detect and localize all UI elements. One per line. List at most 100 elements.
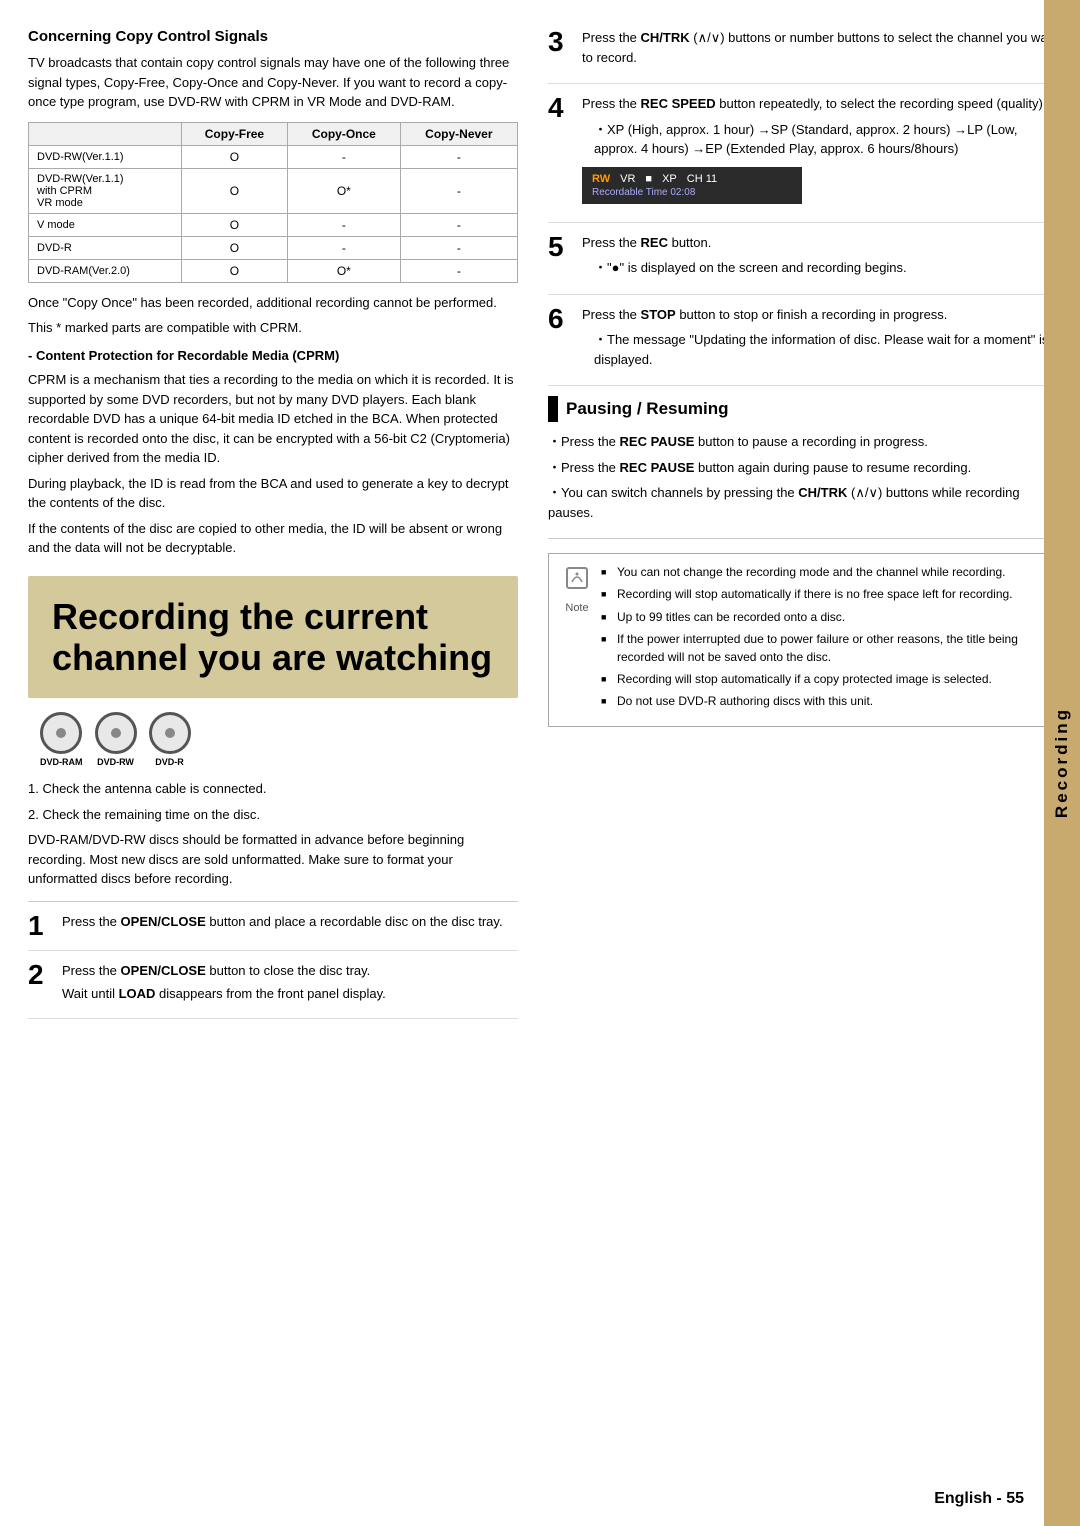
disc-label-dvdrw: DVD-RW	[97, 757, 134, 767]
note-items: You can not change the recording mode an…	[601, 564, 1045, 716]
cell: -	[400, 236, 517, 259]
rec-pause-bold-2: REC PAUSE	[620, 460, 695, 475]
pausing-header: Pausing / Resuming	[548, 396, 1060, 422]
step5-bold: REC	[641, 235, 668, 250]
step1-bold: OPEN/CLOSE	[121, 914, 206, 929]
note-item-5: Recording will stop automatically if a c…	[601, 671, 1045, 688]
after-table-1: Once "Copy Once" has been recorded, addi…	[28, 293, 518, 313]
step-num-3: 3	[548, 28, 572, 73]
copy-intro: TV broadcasts that contain copy control …	[28, 53, 518, 112]
step6-bullet: ・The message "Updating the information o…	[582, 330, 1060, 369]
step-content-5: Press the REC button. ・"●" is displayed …	[582, 233, 1060, 284]
step1-text: Press the OPEN/CLOSE button and place a …	[62, 912, 518, 932]
note-icon-area: Note	[563, 564, 591, 614]
disc-label-dvdr: DVD-R	[155, 757, 184, 767]
screen-bottom: Recordable Time 02:08	[592, 187, 792, 198]
step3-text: Press the CH/TRK (∧/∨) buttons or number…	[582, 28, 1060, 67]
step-num-6: 6	[548, 305, 572, 376]
after-table-2: This * marked parts are compatible with …	[28, 318, 518, 338]
step-content-2: Press the OPEN/CLOSE button to close the…	[62, 961, 518, 1008]
col-header-once: Copy-Once	[288, 122, 401, 145]
cprm-text: CPRM is a mechanism that ties a recordin…	[28, 370, 518, 468]
step6-bold: STOP	[641, 307, 676, 322]
screen-rec-indicator: ■	[645, 173, 652, 185]
step-content-3: Press the CH/TRK (∧/∨) buttons or number…	[582, 28, 1060, 73]
table-row: DVD-RW(Ver.1.1) O - -	[29, 145, 518, 168]
pre-step-1: 1. Check the antenna cable is connected.	[28, 779, 518, 799]
cell: -	[288, 213, 401, 236]
disc-label-dvdram: DVD-RAM	[40, 757, 83, 767]
cell: -	[400, 259, 517, 282]
cell: -	[400, 168, 517, 213]
footer-text: English - 55	[934, 1490, 1024, 1507]
cprm-text-3: If the contents of the disc are copied t…	[28, 519, 518, 558]
step-content-6: Press the STOP button to stop or finish …	[582, 305, 1060, 376]
footer: English - 55	[934, 1490, 1024, 1508]
pausing-bar-icon	[548, 396, 558, 422]
row-label: DVD-RW(Ver.1.1)	[29, 145, 182, 168]
step-content-1: Press the OPEN/CLOSE button and place a …	[62, 912, 518, 940]
cell: O	[181, 213, 287, 236]
step6-text: Press the STOP button to stop or finish …	[582, 305, 1060, 325]
step2-bold: OPEN/CLOSE	[121, 963, 206, 978]
screen-ch: CH 11	[687, 173, 717, 185]
cell: -	[400, 213, 517, 236]
table-row: DVD-RAM(Ver.2.0) O O* -	[29, 259, 518, 282]
note-header: Note You can not change the recording mo…	[563, 564, 1045, 716]
screen-mockup: RW VR ■ XP CH 11 Recordable Time 02:08	[582, 167, 802, 204]
pausing-bullet-1: ・Press the REC PAUSE button to pause a r…	[548, 432, 1060, 452]
note-item-1: You can not change the recording mode an…	[601, 564, 1045, 581]
step-num-4: 4	[548, 94, 572, 212]
col-header-never: Copy-Never	[400, 122, 517, 145]
step3-bold: CH/TRK	[641, 30, 690, 45]
cell: O*	[288, 259, 401, 282]
note-icon	[563, 564, 591, 598]
row-label: DVD-RW(Ver.1.1)with CPRMVR mode	[29, 168, 182, 213]
cell: O	[181, 259, 287, 282]
cell: O	[181, 168, 287, 213]
step-num-1: 1	[28, 912, 52, 940]
note-item-3: Up to 99 titles can be recorded onto a d…	[601, 609, 1045, 626]
disc-icon-dvdrw: DVD-RW	[95, 712, 137, 767]
hero-title: Recording the current channel you are wa…	[52, 596, 494, 679]
disc-icons: DVD-RAM DVD-RW DVD-R	[40, 712, 518, 767]
disc-circle-dvdram	[40, 712, 82, 754]
table-row: DVD-R O - -	[29, 236, 518, 259]
screen-rw: RW	[592, 173, 610, 185]
step-1: 1 Press the OPEN/CLOSE button and place …	[28, 912, 518, 951]
disc-circle-dvdr	[149, 712, 191, 754]
col-header-device	[29, 122, 182, 145]
note-item-2: Recording will stop automatically if the…	[601, 586, 1045, 603]
pausing-title: Pausing / Resuming	[566, 399, 728, 419]
row-label: DVD-R	[29, 236, 182, 259]
note-item-4: If the power interrupted due to power fa…	[601, 631, 1045, 666]
hero-line1: Recording the current	[52, 596, 428, 637]
note-item-6: Do not use DVD-R authoring discs with th…	[601, 693, 1045, 710]
disc-icon-dvdram: DVD-RAM	[40, 712, 83, 767]
step4-bold: REC SPEED	[641, 96, 716, 111]
step-5: 5 Press the REC button. ・"●" is displaye…	[548, 233, 1060, 295]
divider	[28, 901, 518, 902]
note-svg-icon	[563, 564, 591, 592]
ch-trk-bold: CH/TRK	[798, 485, 847, 500]
disc-icon-dvdr: DVD-R	[149, 712, 191, 767]
cprm-text-2: During playback, the ID is read from the…	[28, 474, 518, 513]
hero-box: Recording the current channel you are wa…	[28, 576, 518, 699]
screen-xp: XP	[662, 173, 677, 185]
pausing-bullet-3: ・You can switch channels by pressing the…	[548, 483, 1060, 522]
divider-note	[548, 538, 1060, 539]
pre-step-2: 2. Check the remaining time on the disc.	[28, 805, 518, 825]
cell: O	[181, 236, 287, 259]
page-wrapper: Concerning Copy Control Signals TV broad…	[0, 0, 1080, 1526]
step-num-5: 5	[548, 233, 572, 284]
cell: -	[288, 236, 401, 259]
disc-circle-dvdrw	[95, 712, 137, 754]
step-2: 2 Press the OPEN/CLOSE button to close t…	[28, 961, 518, 1019]
side-tab-label: Recording	[1052, 707, 1072, 818]
step2-load: LOAD	[119, 986, 156, 1001]
step2-sub: Wait until LOAD disappears from the fron…	[62, 984, 518, 1004]
note-label: Note	[563, 602, 591, 614]
col-header-free: Copy-Free	[181, 122, 287, 145]
screen-vr: VR	[620, 173, 635, 185]
cell: -	[288, 145, 401, 168]
